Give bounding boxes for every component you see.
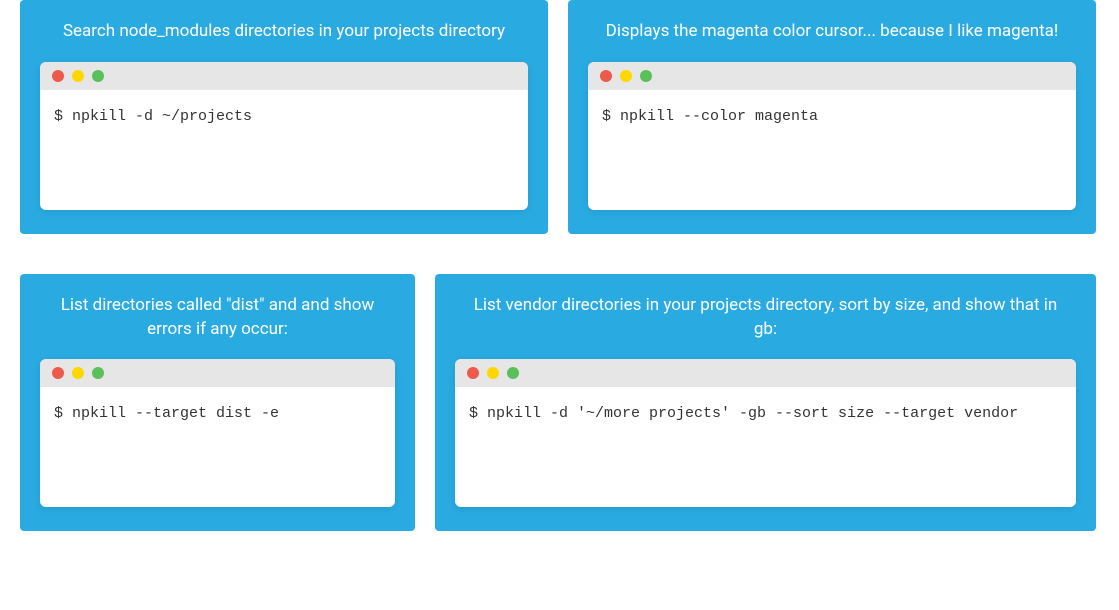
close-icon: [600, 70, 612, 82]
terminal-command: $ npkill -d ~/projects: [40, 90, 528, 210]
terminal-window: $ npkill -d ~/projects: [40, 62, 528, 210]
terminal-command: $ npkill --target dist -e: [40, 387, 395, 507]
minimize-icon: [620, 70, 632, 82]
row-1: Search node_modules directories in your …: [20, 0, 1099, 234]
example-card-magenta: Displays the magenta color cursor... bec…: [568, 0, 1096, 234]
terminal-window: $ npkill --target dist -e: [40, 359, 395, 507]
example-card-dist: List directories called "dist" and and s…: [20, 274, 415, 532]
example-card-vendor: List vendor directories in your projects…: [435, 274, 1096, 532]
terminal-command: $ npkill --color magenta: [588, 90, 1076, 210]
row-2: List directories called "dist" and and s…: [20, 274, 1099, 532]
close-icon: [467, 367, 479, 379]
examples-container: Search node_modules directories in your …: [0, 0, 1119, 531]
terminal-window: $ npkill --color magenta: [588, 62, 1076, 210]
maximize-icon: [92, 70, 104, 82]
example-card-projects: Search node_modules directories in your …: [20, 0, 548, 234]
maximize-icon: [92, 367, 104, 379]
minimize-icon: [487, 367, 499, 379]
card-title: Displays the magenta color cursor... bec…: [588, 20, 1076, 44]
minimize-icon: [72, 367, 84, 379]
terminal-window: $ npkill -d '~/more projects' -gb --sort…: [455, 359, 1076, 507]
maximize-icon: [640, 70, 652, 82]
card-title: List directories called "dist" and and s…: [40, 294, 395, 342]
terminal-header: [455, 359, 1076, 387]
close-icon: [52, 70, 64, 82]
minimize-icon: [72, 70, 84, 82]
close-icon: [52, 367, 64, 379]
maximize-icon: [507, 367, 519, 379]
terminal-header: [40, 62, 528, 90]
card-title: List vendor directories in your projects…: [455, 294, 1076, 342]
terminal-header: [588, 62, 1076, 90]
terminal-header: [40, 359, 395, 387]
card-title: Search node_modules directories in your …: [40, 20, 528, 44]
terminal-command: $ npkill -d '~/more projects' -gb --sort…: [455, 387, 1076, 507]
